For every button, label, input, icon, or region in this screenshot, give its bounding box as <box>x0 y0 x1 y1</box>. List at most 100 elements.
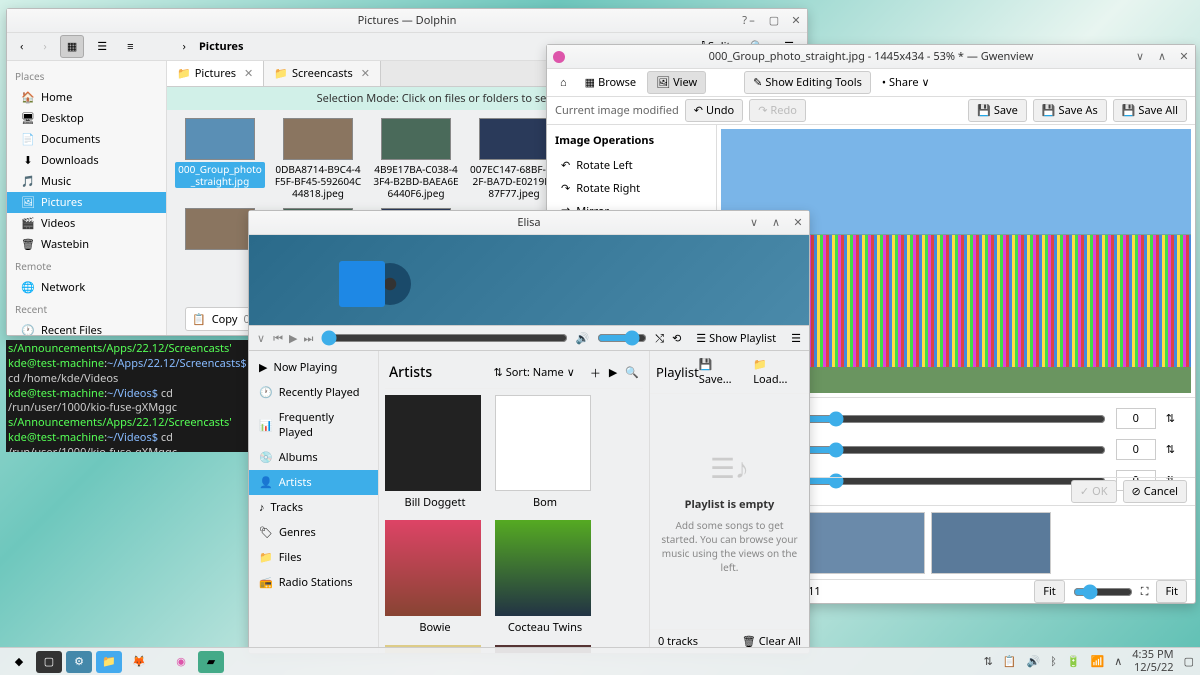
nav-radio-stations[interactable]: 📻Radio Stations <box>249 570 378 595</box>
taskbar-elisa-icon[interactable]: ▰ <box>198 651 224 673</box>
file-thumb[interactable]: 0DBA8714-B9C4-4F5F-BF45-592604C44818.jpe… <box>273 118 363 200</box>
stepper-icon[interactable]: ⇅ <box>1166 411 1175 426</box>
search-icon[interactable]: 🔍 <box>625 365 639 380</box>
taskbar-dolphin-icon[interactable]: 📁 <box>96 651 122 673</box>
home-button[interactable]: ⌂ <box>553 71 574 94</box>
close-icon[interactable]: ✕ <box>1177 50 1191 64</box>
minimize-icon[interactable]: ∨ <box>747 216 761 230</box>
seek-slider[interactable] <box>321 330 567 346</box>
fit-button-2[interactable]: Fit <box>1156 580 1187 603</box>
app-launcher-icon[interactable]: ◆ <box>6 651 32 673</box>
show-playlist-button[interactable]: ☰ Show Playlist <box>689 327 783 350</box>
playlist-save-button[interactable]: 💾 Save... <box>699 357 747 387</box>
taskbar-firefox-icon[interactable]: 🦊 <box>126 651 152 673</box>
taskbar-terminal-icon[interactable]: ▢ <box>36 651 62 673</box>
sidebar-item-videos[interactable]: 🎬Videos <box>7 213 166 234</box>
close-icon[interactable]: ✕ <box>789 14 803 28</box>
zoom-slider[interactable] <box>1073 584 1133 600</box>
tab-screencasts[interactable]: 📁 Screencasts✕ <box>264 61 381 86</box>
play-all-icon[interactable]: ▶ <box>609 365 617 380</box>
forward-button[interactable]: › <box>36 35 53 58</box>
sidebar-item-wastebin[interactable]: 🗑Wastebin <box>7 234 166 255</box>
thumb-item[interactable] <box>805 512 925 574</box>
minimize-icon[interactable]: ∨ <box>1133 50 1147 64</box>
sidebar-item-desktop[interactable]: 🖥Desktop <box>7 108 166 129</box>
tray-clipboard-icon[interactable]: 📋 <box>1003 654 1017 669</box>
taskbar-gwenview-icon[interactable]: ◉ <box>168 651 194 673</box>
stepper-icon[interactable]: ⇅ <box>1166 442 1175 457</box>
sidebar-item-network[interactable]: 🌐Network <box>7 277 166 298</box>
sidebar-item-documents[interactable]: 📄Documents <box>7 129 166 150</box>
dolphin-titlebar[interactable]: Pictures — Dolphin ? – ▢ ✕ <box>7 9 807 33</box>
tray-chevron-icon[interactable]: ∧ <box>1114 654 1122 669</box>
volume-slider[interactable] <box>597 330 647 346</box>
sort-button[interactable]: ⇅ Sort: Name ∨ <box>487 361 582 384</box>
browse-button[interactable]: ▦ Browse <box>578 71 643 94</box>
view-button[interactable]: 🖼 View <box>647 71 706 94</box>
sidebar-item-home[interactable]: 🏠Home <box>7 87 166 108</box>
nav-frequently-played[interactable]: 📊Frequently Played <box>249 405 378 445</box>
play-button[interactable]: ▶ <box>289 331 297 346</box>
nav-recently-played[interactable]: 🕐Recently Played <box>249 380 378 405</box>
file-thumb[interactable]: 4B9E17BA-C038-43F4-B2BD-BAEA6E6440F6.jpe… <box>371 118 461 200</box>
op-rotate-left[interactable]: ↶Rotate Left <box>555 154 708 177</box>
terminal-window[interactable]: s/Announcements/Apps/22.12/Screencasts'k… <box>6 340 249 452</box>
tab-pictures[interactable]: 📁 Pictures✕ <box>167 61 264 86</box>
tab-close-icon[interactable]: ✕ <box>361 66 370 81</box>
maximize-icon[interactable]: ∧ <box>769 216 783 230</box>
artist-card[interactable]: Cocteau Twins <box>495 520 595 635</box>
nav-artists[interactable]: 👤Artists <box>249 470 378 495</box>
artist-card[interactable]: Bill Doggett <box>385 395 485 510</box>
repeat-icon[interactable]: ⟲ <box>672 331 681 346</box>
fit-button[interactable]: Fit <box>1034 580 1065 603</box>
maximize-icon[interactable]: ∧ <box>1155 50 1169 64</box>
tray-bluetooth-icon[interactable]: ᛒ <box>1050 654 1057 669</box>
next-button[interactable]: ⏭ <box>303 331 313 346</box>
fullscreen-icon[interactable]: ⛶ <box>1141 584 1149 599</box>
show-desktop-icon[interactable]: ▢ <box>1184 654 1194 669</box>
volume-icon[interactable]: 🔊 <box>576 331 590 346</box>
tray-volume-icon[interactable]: 🔊 <box>1026 654 1040 669</box>
tab-close-icon[interactable]: ✕ <box>244 66 253 81</box>
prev-button[interactable]: ⏮ <box>273 331 283 346</box>
artist-card[interactable]: Bom <box>495 395 595 510</box>
add-icon[interactable]: ＋ <box>590 365 601 381</box>
nav-genres[interactable]: 🏷Genres <box>249 520 378 545</box>
nav-now-playing[interactable]: ▶Now Playing <box>249 355 378 380</box>
view-icons-button[interactable]: ▦ <box>60 35 84 58</box>
tray-wifi-icon[interactable]: 📶 <box>1091 654 1105 669</box>
tray-battery-icon[interactable]: 🔋 <box>1067 654 1081 669</box>
tray-updown-icon[interactable]: ⇅ <box>984 654 993 669</box>
gwenview-titlebar[interactable]: 000_Group_photo_straight.jpg - 1445x434 … <box>547 45 1195 69</box>
view-compact-button[interactable]: ☰ <box>90 35 114 58</box>
undo-button[interactable]: ↶ Undo <box>685 99 743 122</box>
close-icon[interactable]: ✕ <box>791 216 805 230</box>
sidebar-item-music[interactable]: 🎵Music <box>7 171 166 192</box>
sidebar-item-recent-files[interactable]: 🕐Recent Files <box>7 320 166 335</box>
save-button[interactable]: 💾 Save <box>968 99 1027 122</box>
saveas-button[interactable]: 💾 Save As <box>1033 99 1107 122</box>
clock[interactable]: 4:35 PM 12/5/22 <box>1132 649 1173 673</box>
op-rotate-right[interactable]: ↷Rotate Right <box>555 177 708 200</box>
back-button[interactable]: ‹ <box>13 35 30 58</box>
minimize-icon[interactable]: – <box>745 14 759 28</box>
cancel-button[interactable]: ⊘ Cancel <box>1123 480 1187 503</box>
file-thumb[interactable]: 000_Group_photo_straight.jpg <box>175 118 265 200</box>
maximize-icon[interactable]: ▢ <box>767 14 781 28</box>
sidebar-item-pictures[interactable]: 🖼Pictures <box>7 192 166 213</box>
nav-files[interactable]: 📁Files <box>249 545 378 570</box>
breadcrumb-pictures[interactable]: Pictures <box>192 35 251 58</box>
slider-2-value[interactable]: 0 <box>1116 439 1156 460</box>
nav-albums[interactable]: 💿Albums <box>249 445 378 470</box>
shuffle-icon[interactable]: ⤭ <box>655 331 664 346</box>
artist-card[interactable]: Bowie <box>385 520 485 635</box>
collapse-icon[interactable]: ∨ <box>257 331 265 346</box>
taskbar-settings-icon[interactable]: ⚙ <box>66 651 92 673</box>
view-details-button[interactable]: ≡ <box>120 35 140 58</box>
slider-1-value[interactable]: 0 <box>1116 408 1156 429</box>
copy-button[interactable]: Copy <box>212 312 238 327</box>
saveall-button[interactable]: 💾 Save All <box>1113 99 1187 122</box>
playlist-load-button[interactable]: 📁 Load... <box>753 357 803 387</box>
menu-icon[interactable]: ☰ <box>791 331 801 346</box>
sidebar-item-downloads[interactable]: ⬇Downloads <box>7 150 166 171</box>
